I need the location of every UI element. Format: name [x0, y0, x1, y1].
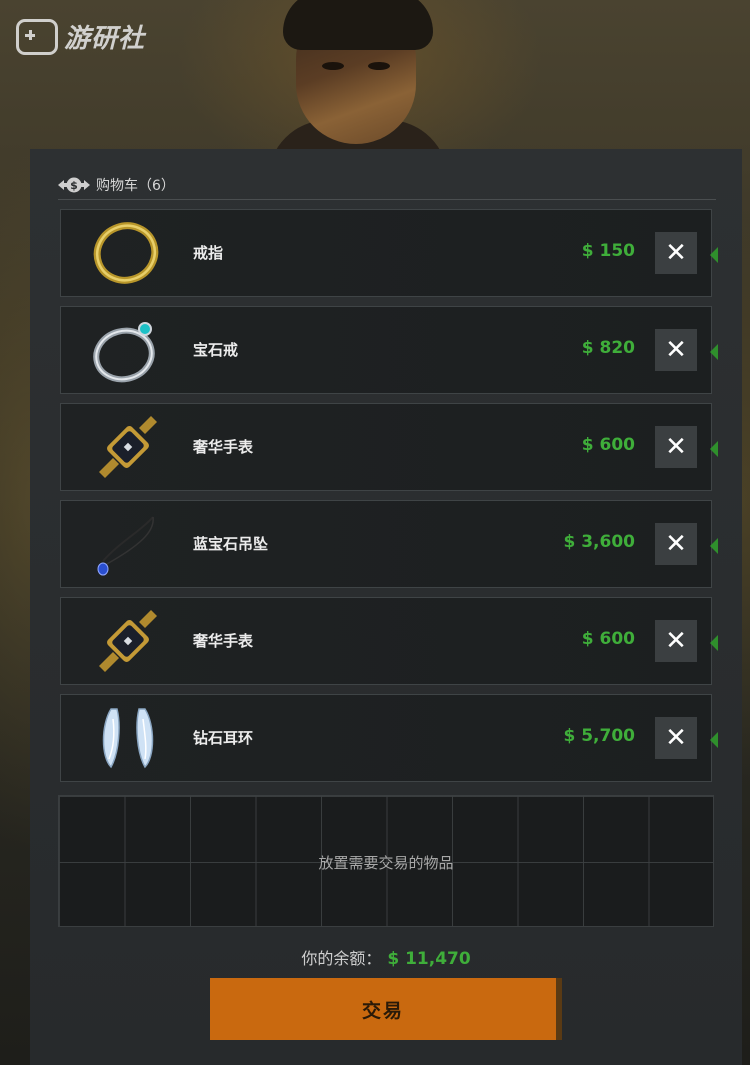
trade-button[interactable]: 交易 [210, 978, 556, 1040]
remove-item-button[interactable]: ✕ [655, 523, 697, 565]
luxury-watch-icon [99, 416, 157, 478]
row-marker-icon [710, 538, 718, 554]
cart-item-row[interactable]: 戒指 $ 150 ✕ [60, 209, 718, 297]
item-price: $ 600 [581, 435, 635, 455]
game-scene: 游研社 $ 购物车（6） 戒指 $ 150 ✕ 宝石戒 $ 820 ✕ 奢华手表… [0, 0, 750, 1065]
item-name: 钻石耳环 [193, 729, 254, 747]
drop-zone-placeholder: 放置需要交易的物品 [318, 854, 454, 872]
item-price: $ 820 [581, 338, 635, 358]
row-marker-icon [710, 344, 718, 360]
remove-item-button[interactable]: ✕ [655, 620, 697, 662]
item-price: $ 600 [581, 629, 635, 649]
header-divider [58, 199, 716, 200]
remove-item-button[interactable]: ✕ [655, 329, 697, 371]
game-controller-plus-icon [16, 18, 58, 55]
shopping-cart-panel: $ 购物车（6） 戒指 $ 150 ✕ 宝石戒 $ 820 ✕ 奢华手表 $ 6… [30, 149, 742, 1065]
diamond-earrings-icon [102, 708, 154, 769]
item-name: 奢华手表 [193, 438, 254, 456]
balance-value: $ 11,470 [387, 949, 471, 969]
money-exchange-icon: $ [58, 177, 90, 193]
cart-item-row[interactable]: 蓝宝石吊坠 $ 3,600 ✕ [60, 500, 718, 588]
npc-right-eye [368, 62, 390, 70]
cart-item-row[interactable]: 奢华手表 $ 600 ✕ [60, 597, 718, 685]
gold-ring-icon [93, 222, 159, 284]
watermark-logo: 游研社 [16, 18, 145, 55]
row-marker-icon [710, 635, 718, 651]
item-price: $ 150 [581, 241, 635, 261]
npc-left-eye [322, 62, 344, 70]
row-marker-icon [710, 247, 718, 263]
luxury-watch-icon [99, 610, 157, 672]
svg-text:$: $ [70, 179, 78, 192]
row-marker-icon [710, 732, 718, 748]
item-name: 戒指 [193, 244, 224, 262]
balance-display: 你的余额： $ 11,470 [30, 945, 742, 969]
cart-title: 购物车（6） [96, 178, 175, 194]
cart-item-row[interactable]: 宝石戒 $ 820 ✕ [60, 306, 718, 394]
npc-character [268, 0, 448, 180]
remove-item-button[interactable]: ✕ [655, 717, 697, 759]
item-price: $ 3,600 [563, 532, 635, 552]
remove-item-button[interactable]: ✕ [655, 232, 697, 274]
cart-item-row[interactable]: 钻石耳环 $ 5,700 ✕ [60, 694, 718, 782]
watermark-text: 游研社 [64, 24, 146, 54]
balance-label: 你的余额： [301, 949, 382, 968]
sapphire-pendant-icon [97, 516, 154, 576]
cart-item-row[interactable]: 奢华手表 $ 600 ✕ [60, 403, 718, 491]
item-name: 奢华手表 [193, 632, 254, 650]
gemstone-ring-icon [93, 322, 155, 383]
trade-button-edge [556, 978, 562, 1040]
item-price: $ 5,700 [563, 726, 635, 746]
remove-item-button[interactable]: ✕ [655, 426, 697, 468]
row-marker-icon [710, 441, 718, 457]
item-drop-zone[interactable]: 放置需要交易的物品 [58, 795, 714, 927]
item-name: 蓝宝石吊坠 [193, 535, 269, 553]
item-name: 宝石戒 [193, 341, 239, 359]
npc-hair [283, 0, 433, 50]
cart-header: $ 购物车（6） [56, 173, 175, 197]
